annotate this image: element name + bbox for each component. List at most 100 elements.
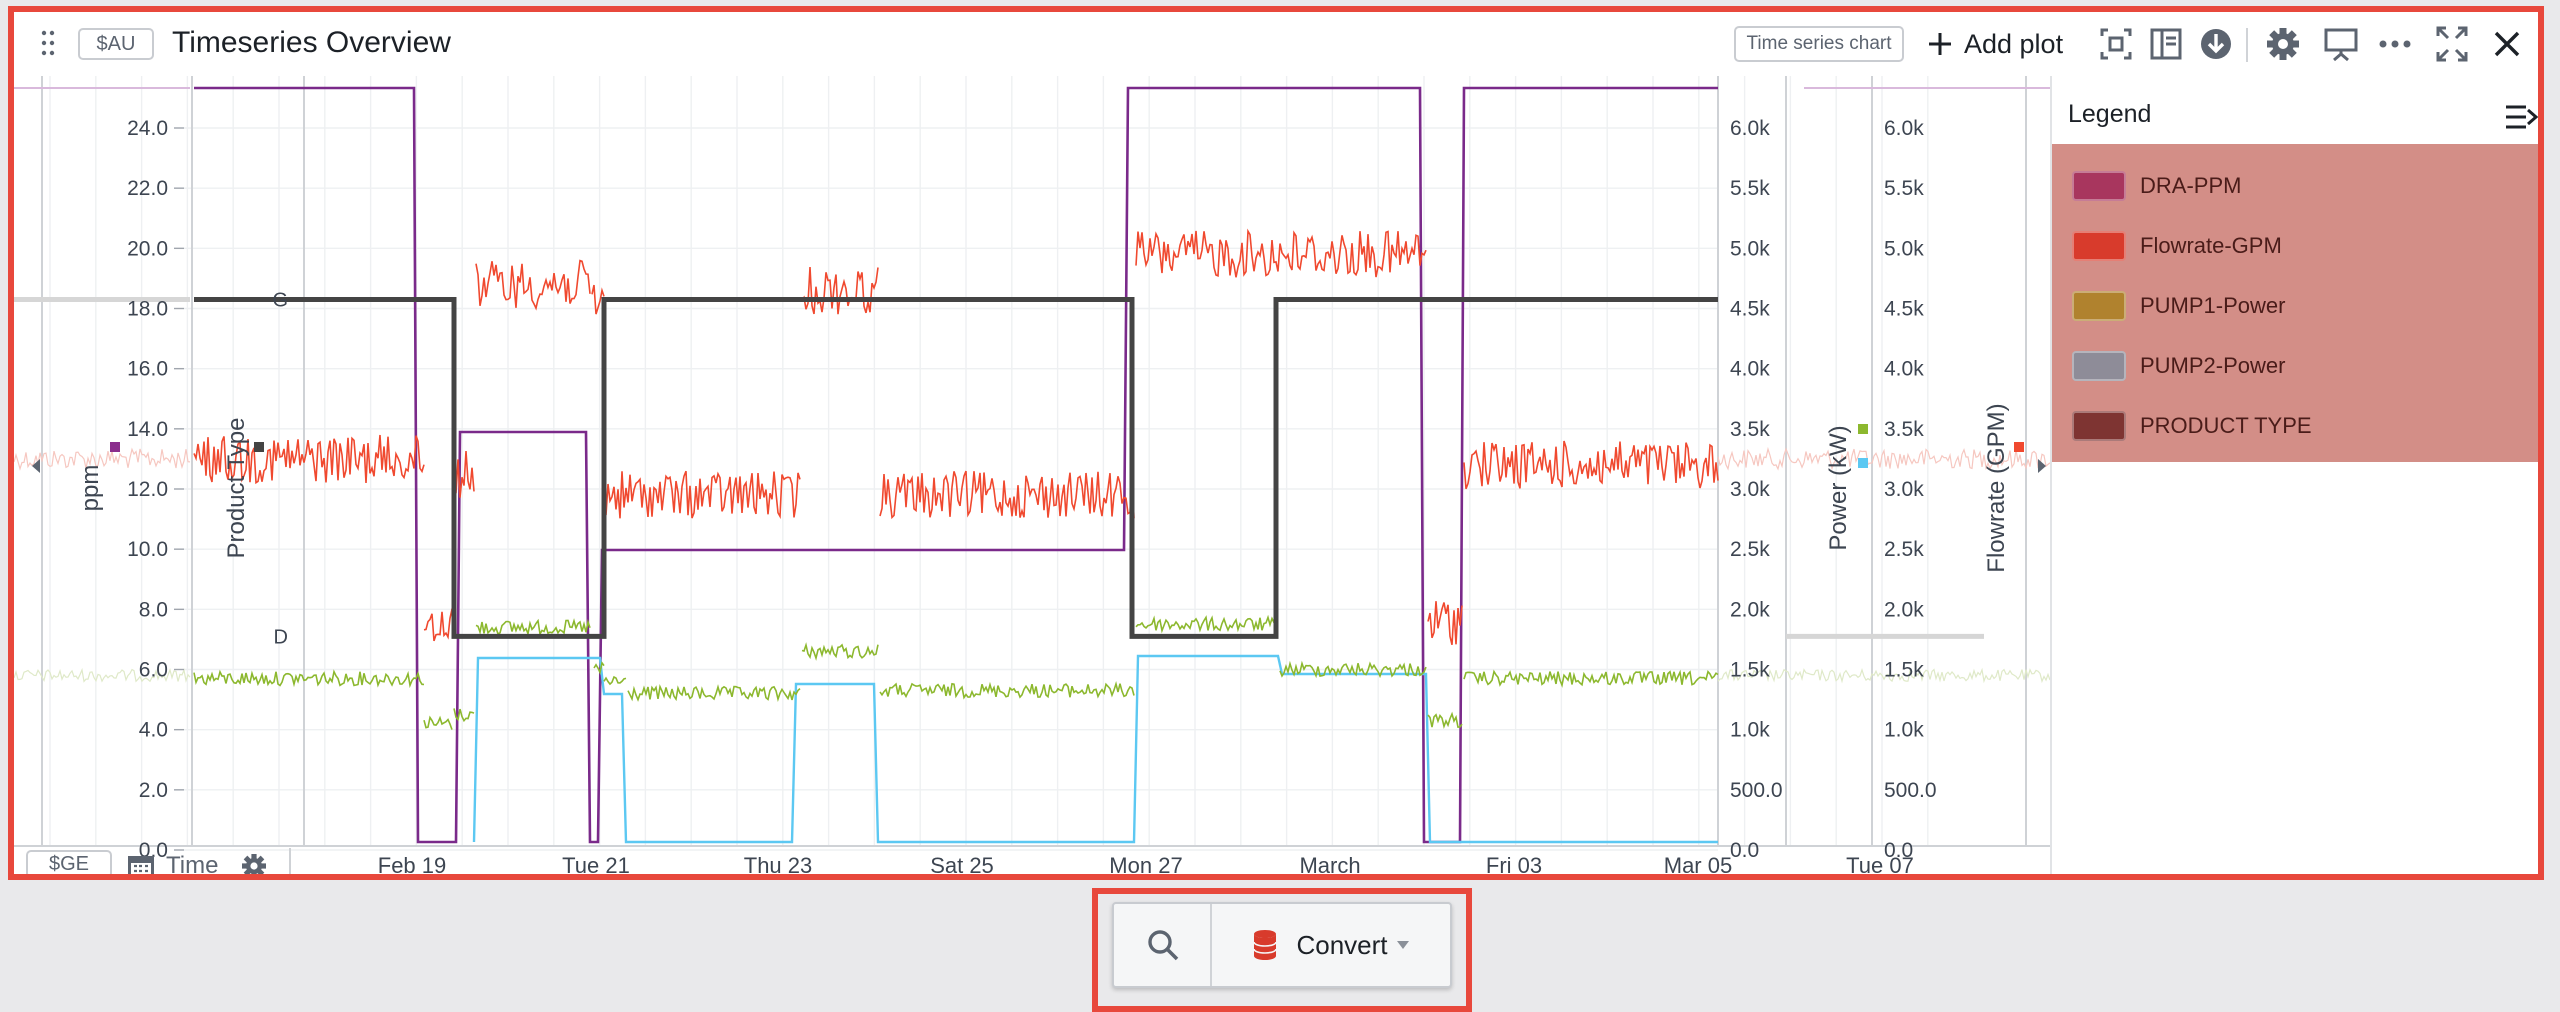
- flowrate-tick-label: 5.5k: [1884, 177, 1924, 200]
- legend-item-label: PUMP2-Power: [2140, 353, 2286, 378]
- ppm-tick-label: 6.0: [139, 659, 168, 682]
- add-plot-button[interactable]: Add plot: [1926, 24, 2063, 64]
- time-tick-label: Feb 19: [378, 853, 447, 874]
- ppm-tick-label: 14.0: [127, 418, 168, 441]
- power-tick-label: 3.0k: [1730, 478, 1770, 501]
- ppm-tick-label: 12.0: [127, 478, 168, 501]
- time-tick-label: Mar 05: [1664, 853, 1732, 874]
- legend-item-label: PUMP1-Power: [2140, 293, 2286, 318]
- download-icon[interactable]: [2198, 24, 2234, 64]
- legend-swatch: [2072, 351, 2126, 381]
- product-tick-label: G: [272, 289, 288, 311]
- search-button[interactable]: [1114, 904, 1212, 986]
- product-tick-label: D: [274, 626, 288, 648]
- panel-header: $AU Timeseries Overview Time series char…: [14, 12, 2538, 76]
- flowrate-tick-label: 2.5k: [1884, 538, 1924, 561]
- flowrate-axis-marker: [2014, 442, 2024, 452]
- power-tick-label: 4.0k: [1730, 358, 1770, 381]
- pump2-axis-marker: [1858, 458, 1868, 468]
- time-tick-label: March: [1299, 853, 1360, 874]
- timeseries-panel: $AU Timeseries Overview Time series char…: [8, 6, 2544, 880]
- ppm-tick-label: 20.0: [127, 237, 168, 260]
- flowrate-tick-label: 1.0k: [1884, 719, 1924, 742]
- calendar-icon[interactable]: [126, 852, 156, 880]
- gear-icon[interactable]: [2264, 24, 2302, 64]
- power-tick-label: 5.5k: [1730, 177, 1770, 200]
- legend-swatch: [2072, 411, 2126, 441]
- power-axis-title: Power (kW): [1825, 425, 1852, 550]
- convert-label: Convert: [1296, 929, 1388, 960]
- layout-panel-icon[interactable]: [2148, 24, 2184, 64]
- flowrate-tick-label: 6.0k: [1884, 117, 1924, 140]
- legend-swatch: [2072, 291, 2126, 321]
- dra-ppm-axis-marker: [110, 442, 120, 452]
- drag-handle-icon[interactable]: [40, 28, 56, 58]
- ppm-tick-label: 18.0: [127, 298, 168, 321]
- power-tick-label: 3.5k: [1730, 418, 1770, 441]
- chart-area[interactable]: 24.0 22.0 20.0 18.0 16.0 14.0 12.0 10.0 8.0 6.0 4.…: [14, 76, 2051, 874]
- flowrate-tick-label: 4.5k: [1884, 298, 1924, 321]
- chevron-down-icon: [1396, 941, 1409, 949]
- flowrate-tick-label: 2.0k: [1884, 598, 1924, 621]
- ppm-tick-label: 4.0: [139, 719, 168, 742]
- legend-item[interactable]: Flowrate-GPM: [2072, 226, 2282, 266]
- timeseries-chart[interactable]: 24.0 22.0 20.0 18.0 16.0 14.0 12.0 10.0 8.0 6.0 4.…: [14, 76, 2051, 874]
- power-tick-label: 0.0: [1730, 839, 1759, 862]
- time-tick-label: Sat 25: [930, 853, 994, 874]
- legend-item[interactable]: DRA-PPM: [2072, 166, 2241, 206]
- time-tick-label: Fri 03: [1486, 853, 1542, 874]
- power-tick-label: 1.5k: [1730, 659, 1770, 682]
- chart-type-badge[interactable]: Time series chart: [1734, 26, 1904, 62]
- add-plot-label: Add plot: [1964, 28, 2064, 59]
- page-title: Timeseries Overview: [172, 26, 451, 59]
- fullscreen-icon[interactable]: [2434, 24, 2470, 64]
- legend-collapse-icon[interactable]: [2504, 102, 2538, 132]
- ppm-tick-label: 2.0: [139, 779, 168, 802]
- power-tick-label: 4.5k: [1730, 298, 1770, 321]
- ppm-tick-label: 16.0: [127, 358, 168, 381]
- legend-swatch: [2072, 231, 2126, 261]
- time-axis-label: Time: [166, 852, 219, 879]
- power-tick-label: 5.0k: [1730, 237, 1770, 260]
- legend-title: Legend: [2068, 100, 2152, 128]
- convert-button[interactable]: Convert: [1212, 904, 1450, 986]
- bottom-tag[interactable]: $GE: [26, 850, 112, 875]
- product-axis-marker: [254, 442, 264, 452]
- focus-icon[interactable]: [2098, 24, 2134, 64]
- ppm-axis-title: ppm: [77, 465, 104, 512]
- flowrate-tick-label: 3.5k: [1884, 418, 1924, 441]
- ppm-tick-label: 10.0: [127, 538, 168, 561]
- product-axis-title: Product Type: [223, 418, 250, 559]
- legend-item[interactable]: PUMP1-Power: [2072, 286, 2285, 326]
- legend-swatch: [2072, 171, 2126, 201]
- bottom-tag-label: $GE: [48, 853, 90, 875]
- power-tick-label: 2.0k: [1730, 598, 1770, 621]
- power-tick-label: 1.0k: [1730, 719, 1770, 742]
- ppm-tick-label: 22.0: [127, 177, 168, 200]
- ppm-tick-label: 24.0: [127, 117, 168, 140]
- flowrate-tick-label: 3.0k: [1884, 478, 1924, 501]
- more-options-icon[interactable]: [2376, 24, 2414, 64]
- power-tick-label: 500.0: [1730, 779, 1783, 802]
- legend-item-label: PRODUCT TYPE: [2140, 413, 2312, 438]
- flowrate-tick-label: 4.0k: [1884, 358, 1924, 381]
- close-icon[interactable]: [2490, 24, 2524, 64]
- plus-icon: [1929, 33, 1951, 55]
- time-tick-label: Thu 23: [744, 853, 813, 874]
- flowrate-tick-label: 1.5k: [1884, 659, 1924, 682]
- legend-item[interactable]: PUMP2-Power: [2072, 346, 2285, 386]
- power-tick-label: 6.0k: [1730, 117, 1770, 140]
- time-tick-label: Tue 07: [1846, 853, 1914, 874]
- flowrate-tick-label: 5.0k: [1884, 237, 1924, 260]
- flowrate-tick-label: 500.0: [1884, 779, 1937, 802]
- database-icon: [1253, 930, 1278, 960]
- search-icon: [1148, 930, 1179, 961]
- time-axis-settings-icon[interactable]: [240, 852, 268, 880]
- panel-tag[interactable]: $AU: [78, 28, 154, 60]
- flowrate-axis-title: Flowrate (GPM): [1983, 403, 2010, 572]
- legend-item[interactable]: PRODUCT TYPE: [2072, 406, 2312, 446]
- presentation-icon[interactable]: [2322, 24, 2360, 64]
- legend-item-label: DRA-PPM: [2140, 173, 2242, 198]
- time-tick-label: Mon 27: [1109, 853, 1182, 874]
- legend-panel: Legend DRA-PPM Flowrate-GPM PUMP1-Power …: [2050, 76, 2538, 874]
